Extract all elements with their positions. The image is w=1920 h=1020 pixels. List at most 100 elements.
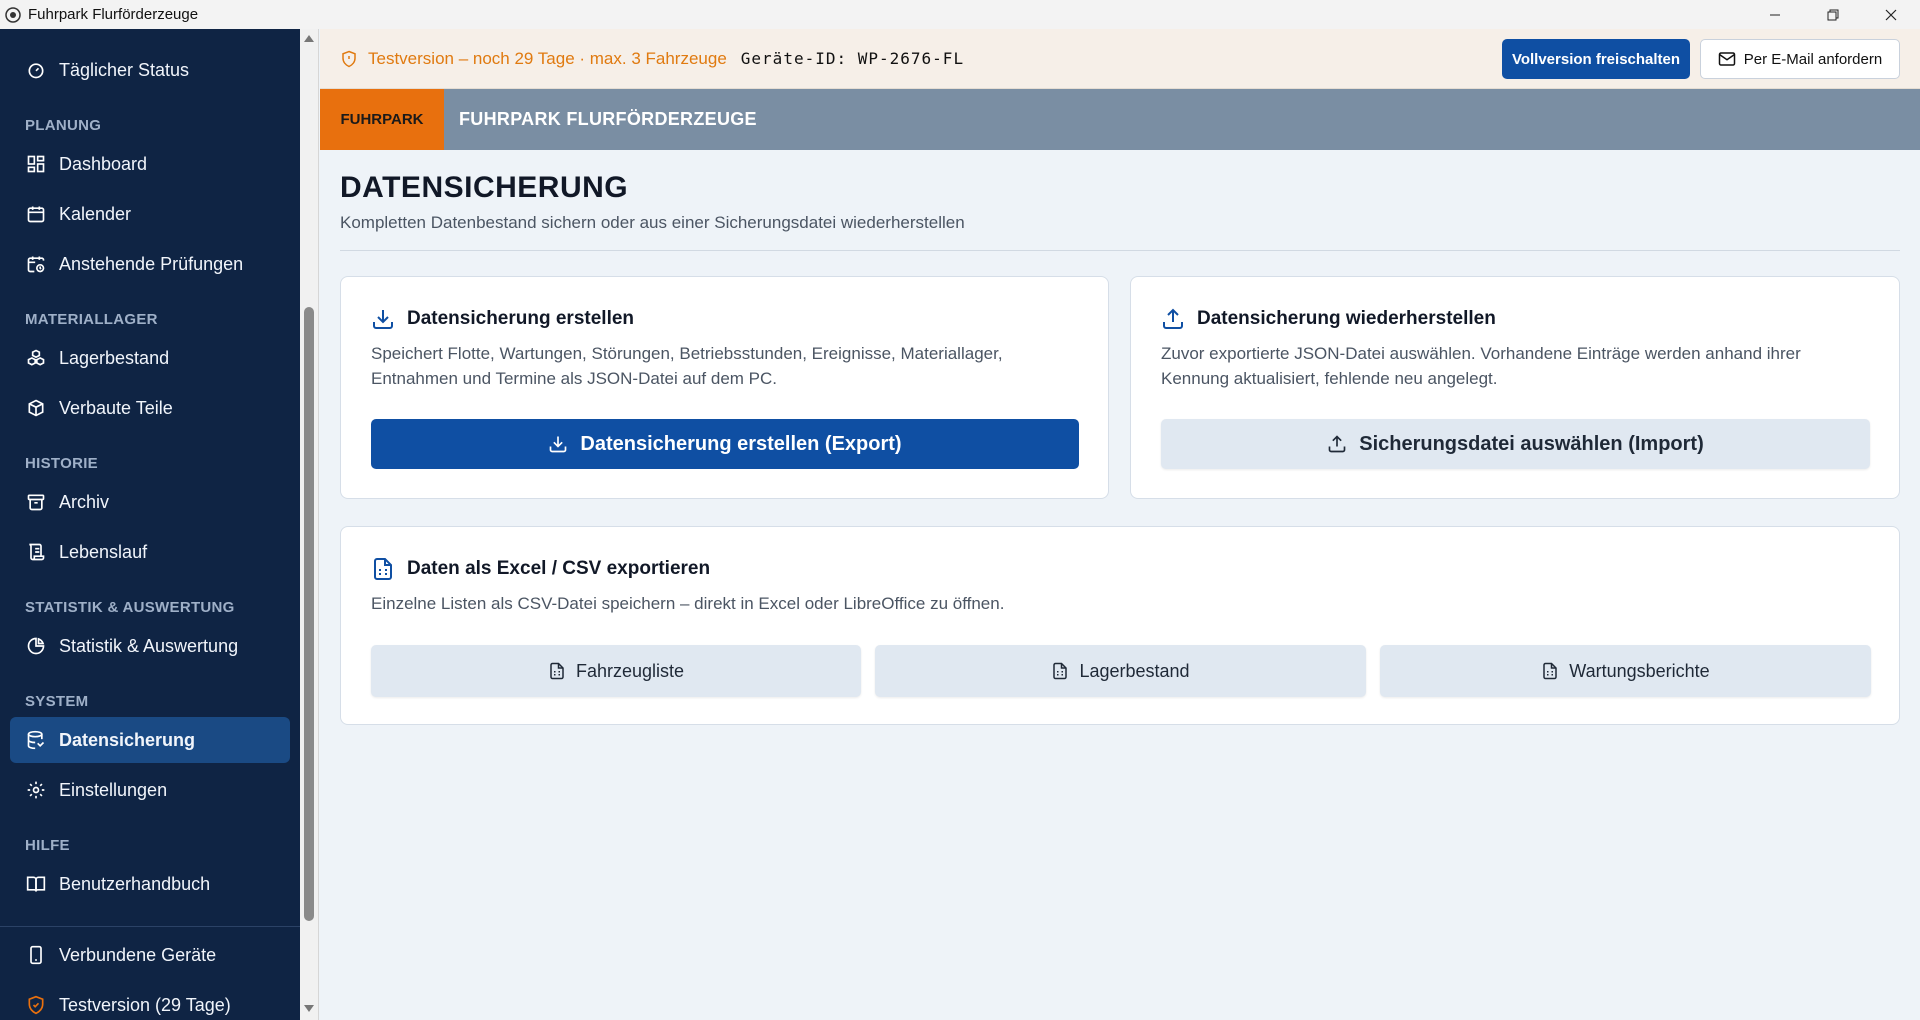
email-button-label: Per E-Mail anfordern	[1743, 50, 1883, 68]
unlock-button-label: Vollversion freischalten	[1511, 50, 1681, 68]
sidebar-item-datensicherung[interactable]: Datensicherung	[10, 717, 290, 763]
spreadsheet-icon	[1053, 662, 1068, 680]
sidebar-section-system: SYSTEM	[25, 693, 89, 710]
card-desc-line: Entnahmen und Termine als JSON-Datei auf…	[371, 369, 777, 388]
window-title: Fuhrpark Flurförderzeuge	[28, 6, 199, 23]
card-desc-line: Kennung aktualisiert, fehlende neu angel…	[1161, 369, 1498, 388]
archive-icon	[25, 491, 47, 513]
calendar-icon	[25, 203, 47, 225]
card-desc-line: Speichert Flotte, Wartungen, Störungen, …	[371, 344, 1003, 363]
restore-icon	[1827, 9, 1839, 20]
sidebar-section-materiallager: MATERIALLAGER	[25, 311, 158, 328]
card-description: Speichert Flotte, Wartungen, Störungen, …	[371, 341, 1003, 391]
sidebar-item-verbaute-teile[interactable]: Verbaute Teile	[10, 385, 290, 431]
sidebar-item-kalender[interactable]: Kalender	[10, 191, 290, 237]
pie-chart-icon	[25, 635, 47, 657]
csv-export-card: Daten als Excel / CSV exportieren Einzel…	[340, 526, 1900, 725]
app-header-title: FUHRPARK FLURFÖRDERZEUGE	[459, 109, 757, 129]
sidebar-item-label: Einstellungen	[59, 779, 168, 800]
sidebar-item-verbundene-geraete[interactable]: Verbundene Geräte	[10, 932, 290, 978]
sidebar-section-planung: PLANUNG	[25, 117, 102, 134]
card-title-text: Datensicherung wiederherstellen	[1197, 308, 1496, 329]
import-backup-button[interactable]: Sicherungsdatei auswählen (Import)	[1161, 419, 1870, 469]
csv-button-label: Fahrzeugliste	[575, 660, 685, 681]
card-title: Datensicherung wiederherstellen	[1161, 307, 1496, 331]
upload-icon	[1328, 435, 1346, 453]
sidebar-section-hilfe: HILFE	[25, 837, 70, 854]
spreadsheet-icon	[1543, 662, 1558, 680]
main-content: Testversion – noch 29 Tage · max. 3 Fahr…	[320, 29, 1920, 1020]
sidebar-item-anstehende-pruefungen[interactable]: Anstehende Prüfungen	[10, 241, 290, 287]
export-lagerbestand-button[interactable]: Lagerbestand	[875, 645, 1366, 697]
csv-button-label: Lagerbestand	[1079, 660, 1190, 681]
scroll-down-arrow-icon[interactable]	[304, 1005, 314, 1012]
export-wartungsberichte-button[interactable]: Wartungsberichte	[1380, 645, 1871, 697]
sidebar-item-label: Täglicher Status	[59, 59, 190, 80]
card-description: Zuvor exportierte JSON-Datei auswählen. …	[1161, 341, 1801, 391]
window-titlebar: Fuhrpark Flurförderzeuge	[0, 0, 1920, 29]
sidebar-scrollbar[interactable]	[300, 29, 319, 1020]
import-button-label: Sicherungsdatei auswählen (Import)	[1359, 432, 1704, 455]
upload-icon	[1163, 308, 1183, 329]
sidebar-item-archiv[interactable]: Archiv	[10, 479, 290, 525]
card-desc-line: Zuvor exportierte JSON-Datei auswählen. …	[1161, 344, 1801, 363]
page-title: DATENSICHERUNG	[340, 171, 629, 204]
download-icon	[373, 310, 393, 329]
request-email-button[interactable]: Per E-Mail anfordern	[1700, 39, 1900, 79]
scroll-thumb[interactable]	[304, 307, 314, 921]
sidebar-item-benutzerhandbuch[interactable]: Benutzerhandbuch	[10, 861, 290, 907]
spreadsheet-icon	[374, 558, 392, 580]
warning-shield-icon	[340, 50, 358, 68]
device-id: Geräte-ID: WP-2676-FL	[740, 49, 965, 68]
sidebar-item-taeglicher-status[interactable]: Täglicher Status	[10, 47, 290, 93]
gear-icon	[25, 779, 47, 801]
dashboard-icon	[25, 153, 47, 175]
sidebar-item-label: Lebenslauf	[59, 541, 148, 562]
spreadsheet-icon	[550, 662, 564, 680]
export-button-label: Datensicherung erstellen (Export)	[580, 432, 902, 455]
sidebar-item-einstellungen[interactable]: Einstellungen	[10, 767, 290, 813]
phone-icon	[25, 944, 47, 966]
sidebar-item-label: Lagerbestand	[59, 347, 170, 368]
sidebar-item-label: Dashboard	[59, 153, 148, 174]
card-title-text: Datensicherung erstellen	[407, 308, 635, 329]
sidebar-section-historie: HISTORIE	[25, 455, 98, 472]
mail-icon	[1718, 50, 1736, 68]
brand-tag: FUHRPARK	[320, 89, 444, 150]
close-button[interactable]	[1862, 0, 1920, 29]
restore-button[interactable]	[1804, 0, 1862, 29]
sidebar-item-lebenslauf[interactable]: Lebenslauf	[10, 529, 290, 575]
sidebar-item-label: Verbundene Geräte	[59, 944, 217, 965]
card-description: Einzelne Listen als CSV-Datei speichern …	[371, 591, 1004, 616]
card-title: Datensicherung erstellen	[371, 307, 634, 331]
unlock-full-version-button[interactable]: Vollversion freischalten	[1502, 39, 1690, 79]
minimize-icon	[1770, 14, 1780, 15]
sidebar-item-label: Benutzerhandbuch	[59, 873, 211, 894]
sidebar: Täglicher Status PLANUNG Dashboard Kalen…	[0, 29, 300, 1020]
page-divider	[340, 250, 1900, 251]
app-header: FUHRPARK FUHRPARK FLURFÖRDERZEUGE	[320, 89, 1920, 150]
sidebar-item-testversion[interactable]: Testversion (29 Tage)	[10, 982, 290, 1020]
card-title: Daten als Excel / CSV exportieren	[371, 557, 710, 581]
export-backup-button[interactable]: Datensicherung erstellen (Export)	[371, 419, 1079, 469]
page-subtitle: Kompletten Datenbestand sichern oder aus…	[340, 213, 965, 232]
csv-button-label: Wartungsberichte	[1569, 660, 1710, 681]
card-desc-line: Einzelne Listen als CSV-Datei speichern …	[371, 594, 1005, 613]
card-title-text: Daten als Excel / CSV exportieren	[407, 558, 711, 579]
sidebar-item-label: Kalender	[59, 203, 132, 224]
sidebar-item-statistik[interactable]: Statistik & Auswertung	[10, 623, 290, 669]
minimize-button[interactable]	[1746, 0, 1804, 29]
download-icon	[550, 436, 567, 453]
package-icon	[25, 397, 47, 419]
sidebar-item-label: Statistik & Auswertung	[59, 635, 239, 656]
sidebar-item-lagerbestand[interactable]: Lagerbestand	[10, 335, 290, 381]
sidebar-item-label: Testversion (29 Tage)	[59, 994, 231, 1015]
sidebar-item-label: Archiv	[59, 491, 110, 512]
trial-banner: Testversion – noch 29 Tage · max. 3 Fahr…	[320, 29, 1920, 89]
database-backup-icon	[25, 729, 47, 751]
scroll-up-arrow-icon[interactable]	[304, 35, 314, 42]
sidebar-item-dashboard[interactable]: Dashboard	[10, 141, 290, 187]
export-fahrzeugliste-button[interactable]: Fahrzeugliste	[371, 645, 861, 697]
sidebar-divider	[0, 926, 300, 927]
sidebar-section-statistik: STATISTIK & AUSWERTUNG	[25, 599, 235, 616]
